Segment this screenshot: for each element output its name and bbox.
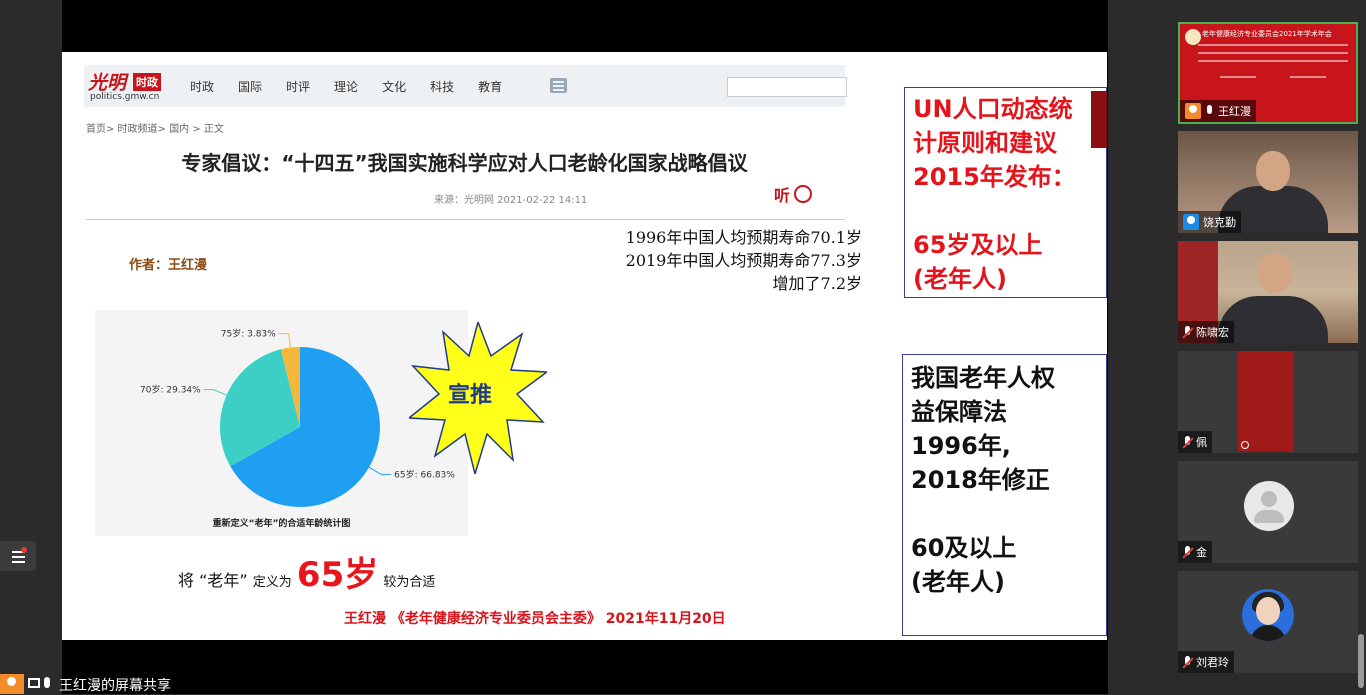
mic-muted-icon	[1183, 435, 1192, 449]
un-box-accent-bar	[1091, 91, 1107, 148]
left-gutter	[0, 0, 62, 694]
pie-leader-2	[278, 333, 291, 348]
participant-caption: 王红漫	[1180, 100, 1256, 122]
nav-item-lilun: 理论	[334, 80, 359, 94]
logo-main: 光明	[88, 72, 127, 94]
logo-url: politics.gmw.cn	[90, 92, 160, 102]
starburst-label: 宣推	[448, 383, 493, 408]
participant-name: 王红漫	[1218, 105, 1251, 118]
breadcrumb: 首页> 时政频道> 国内 > 正文	[86, 124, 224, 135]
mic-muted-icon	[1183, 545, 1192, 559]
un-standard-box: UN人口动态统 计原则和建议 2015年发布： 65岁及以上 (老年人)	[904, 87, 1107, 298]
un-standard-text: UN人口动态统 计原则和建议 2015年发布： 65岁及以上 (老年人)	[913, 95, 1076, 293]
sharer-user-icon	[0, 674, 24, 694]
participant-name: 金	[1196, 546, 1207, 559]
user-icon	[1185, 103, 1201, 119]
participant-caption: 刘君玲	[1178, 651, 1234, 673]
define-mid: 定义为	[252, 575, 292, 590]
screen-share-icon	[28, 678, 40, 688]
nav-item-shizheng: 时政	[190, 80, 215, 94]
life-line-increase: 增加了7.2岁	[772, 274, 862, 293]
china-law-text: 我国老年人权 益保障法 1996年, 2018年修正 60及以上 (老年人)	[911, 364, 1055, 596]
participant-name: 饶克勤	[1203, 216, 1236, 229]
notification-dot	[21, 547, 27, 553]
participant-name: 佩	[1196, 436, 1207, 449]
define-pre: 将	[178, 571, 195, 590]
menu-icon	[550, 78, 567, 93]
participant-caption: 饶克勤	[1178, 211, 1241, 233]
slide-footer: 王红漫 《老年健康经济专业委员会主委》 2021年11月20日	[344, 611, 726, 627]
participant-tile-6[interactable]: 刘君玲	[1178, 571, 1358, 673]
pie-leader-0	[368, 466, 392, 475]
china-law-box: 我国老年人权 益保障法 1996年, 2018年修正 60及以上 (老年人)	[902, 354, 1107, 636]
conference-title: 老年健康经济专业委员会2021年学术年会	[1202, 30, 1332, 38]
participant-name: 陈啸宏	[1196, 326, 1229, 339]
define-post: 较为合适	[383, 575, 436, 590]
article-title: 专家倡议：“十四五”我国实施科学应对人口老龄化国家战略倡议	[181, 151, 748, 175]
title-divider	[86, 219, 845, 220]
life-expectancy-note: 1996年中国人均预期寿命70.1岁 2019年中国人均预期寿命77.3岁 增加…	[572, 226, 862, 295]
nav-item-shiping: 时评	[286, 80, 311, 94]
life-line-2019: 2019年中国人均预期寿命77.3岁	[625, 251, 862, 270]
screen-share-bar: 王红漫的屏幕共享	[0, 674, 300, 694]
nav-item-keji: 科技	[430, 80, 455, 94]
list-toggle-button[interactable]	[0, 541, 36, 571]
shared-screen-area: 光明 时政 politics.gmw.cn 时政 国际 时评 理论 文化 科技 …	[0, 0, 1108, 694]
participant-tile-3[interactable]: 陈啸宏	[1178, 241, 1358, 343]
participant-caption: 陈啸宏	[1178, 321, 1234, 343]
define-statement: 将 “老年” 定义为 65岁 较为合适	[178, 547, 435, 596]
mic-icon	[44, 677, 50, 688]
conference-emblem	[1185, 29, 1201, 45]
pie-label-1: 70岁: 29.34%	[140, 384, 201, 396]
nav-item-wenhua: 文化	[382, 80, 407, 94]
participant-tile-2[interactable]: 饶克勤	[1178, 131, 1358, 233]
logo-tag: 时政	[133, 73, 161, 91]
participant-caption: 金	[1178, 541, 1212, 563]
life-line-1996: 1996年中国人均预期寿命70.1岁	[625, 228, 862, 247]
nav-items: 时政 国际 时评 理论 文化 科技 教育	[190, 78, 502, 95]
pie-leader-1	[203, 389, 227, 396]
participant-panel: 老年健康经济专业委员会2021年学术年会 王红漫 饶克勤 陈啸宏 佩 金 刘君玲	[1108, 0, 1366, 694]
article-source: 来源：光明网 2021-02-22 14:11	[434, 195, 588, 206]
site-nav-bar: 光明 时政 politics.gmw.cn 时政 国际 时评 理论 文化 科技 …	[84, 65, 847, 107]
participant-tile-5[interactable]: 金	[1178, 461, 1358, 563]
mic-muted-icon	[1183, 655, 1192, 669]
participant-name: 刘君玲	[1196, 656, 1229, 669]
participant-caption: 佩	[1178, 431, 1212, 453]
article-author: 作者：王红漫	[129, 258, 208, 273]
chart-title: 重新定义“老年”的合适年龄统计图	[212, 519, 351, 529]
gmw-logo: 光明 时政 politics.gmw.cn	[88, 68, 178, 104]
listen-icon	[794, 185, 812, 203]
screen-share-label: 王红漫的屏幕共享	[59, 678, 171, 694]
mic-icon	[1205, 104, 1214, 118]
pie-label-2: 75岁: 3.83%	[221, 328, 276, 340]
mic-muted-icon	[1183, 325, 1192, 339]
participant-tile-1[interactable]: 老年健康经济专业委员会2021年学术年会 王红漫	[1178, 22, 1358, 124]
panel-scrollbar[interactable]	[1358, 634, 1364, 688]
search-input	[727, 77, 847, 97]
define-big: 65岁	[296, 555, 379, 595]
define-quoted: “老年”	[199, 571, 248, 590]
presentation-slide: 光明 时政 politics.gmw.cn 时政 国际 时评 理论 文化 科技 …	[62, 52, 1107, 640]
avatar	[1242, 589, 1294, 641]
nav-item-jiaoyu: 教育	[478, 80, 503, 94]
listen-label: 听	[774, 186, 791, 205]
nav-item-guoji: 国际	[238, 80, 263, 94]
default-avatar	[1244, 481, 1294, 531]
user-icon	[1183, 214, 1199, 230]
participant-tile-4[interactable]: 佩	[1178, 351, 1358, 453]
